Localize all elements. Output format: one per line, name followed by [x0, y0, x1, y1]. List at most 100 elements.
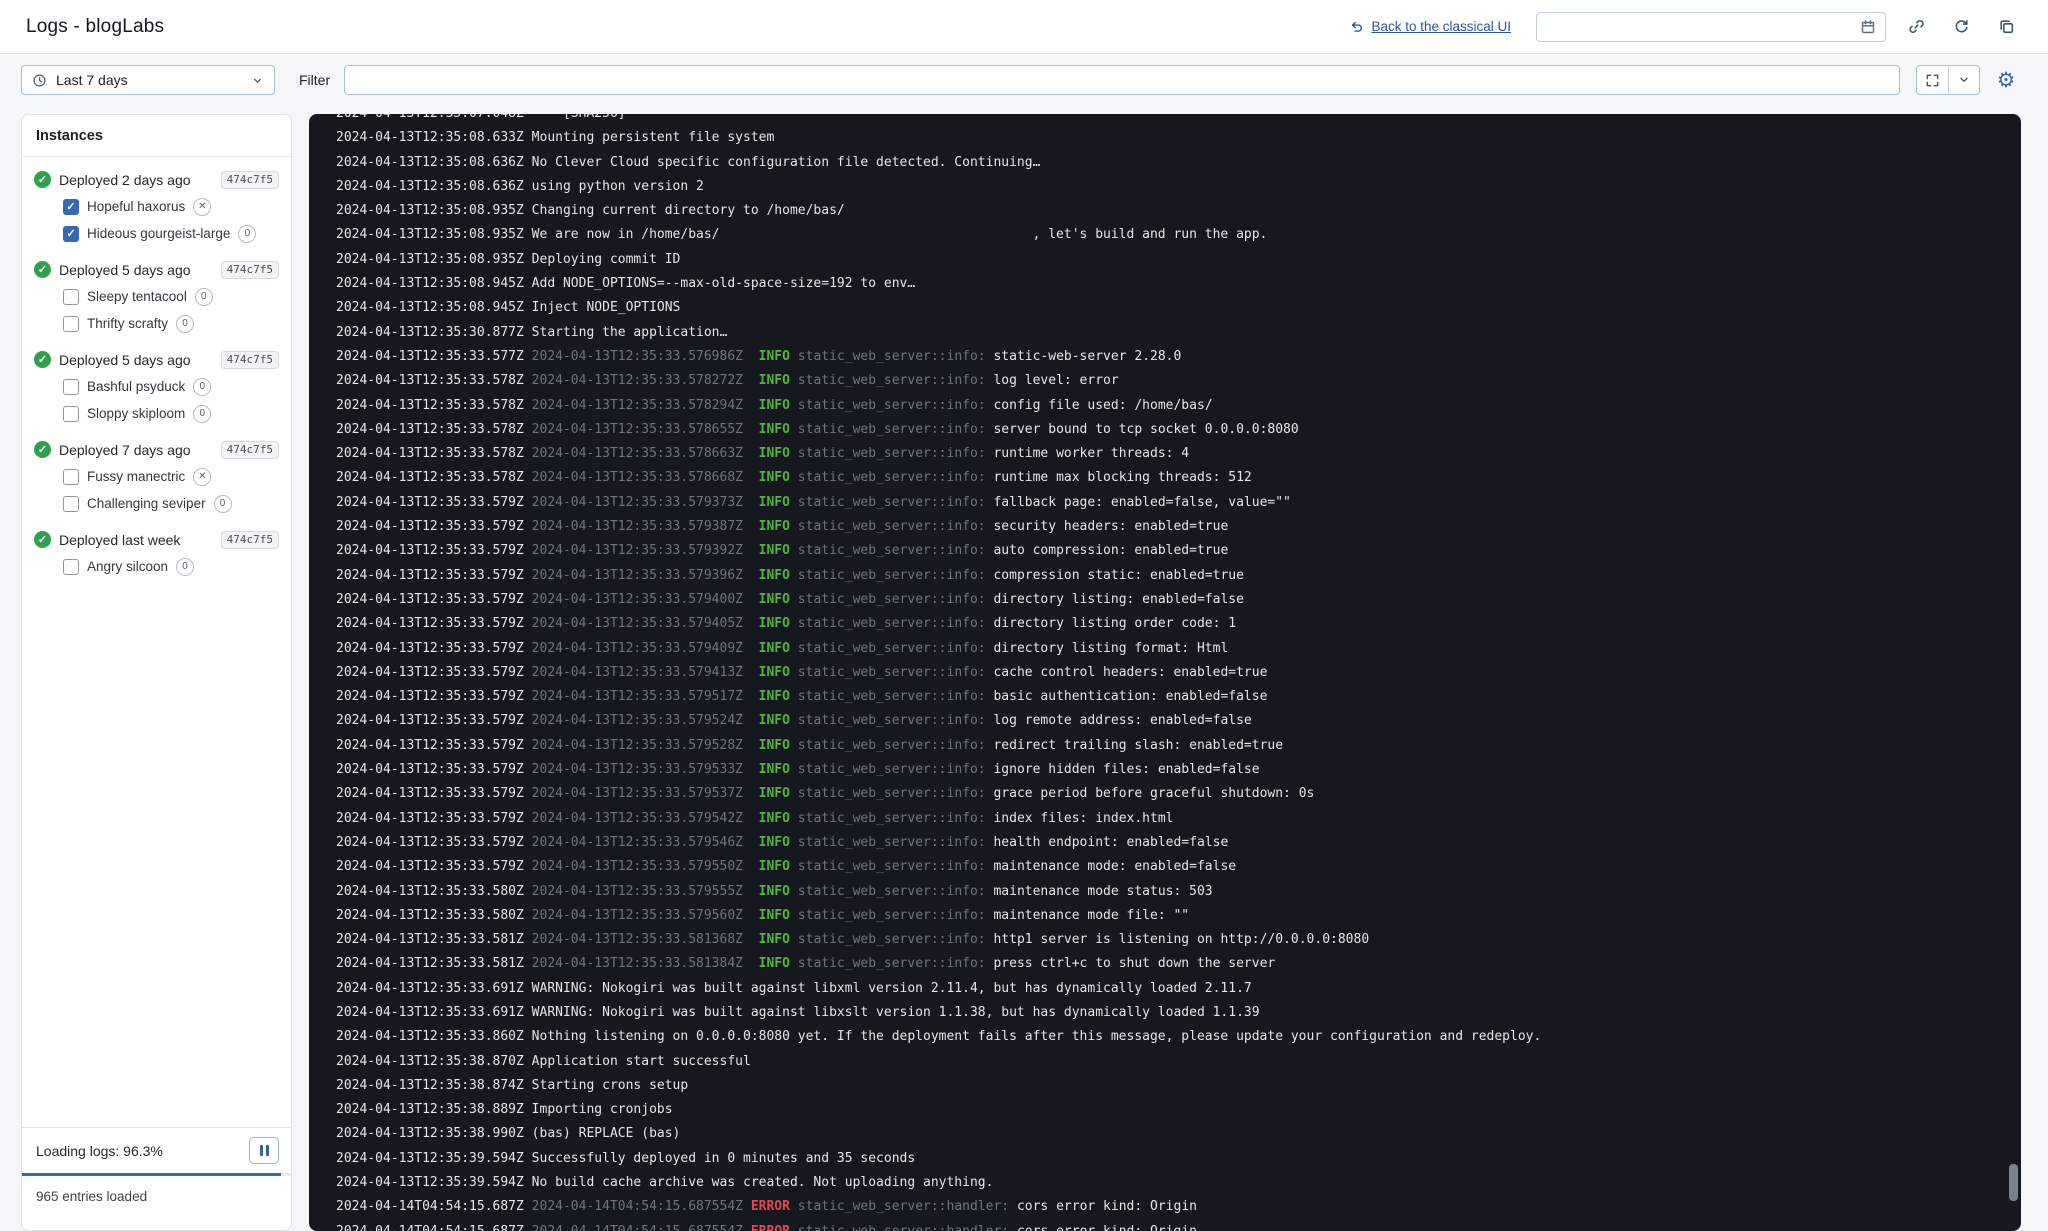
- commit-badge: 474c7f5: [221, 351, 279, 369]
- log-line: 2024-04-13T12:35:33.579Z 2024-04-13T12:3…: [336, 831, 2021, 855]
- date-range-input[interactable]: [1546, 19, 1860, 34]
- deployment-label: Deployed 5 days ago: [59, 352, 191, 368]
- log-line: 2024-04-13T12:35:38.870Z Application sta…: [336, 1050, 2021, 1074]
- instance-checkbox[interactable]: [63, 469, 79, 485]
- log-line: 2024-04-13T12:35:33.579Z 2024-04-13T12:3…: [336, 855, 2021, 879]
- log-panel: 2024-04-13T12:35:07.048Z — [SHA256]2024-…: [309, 114, 2021, 1231]
- instance-checkbox[interactable]: ✓: [63, 199, 79, 215]
- instance-count-badge: 0: [214, 495, 232, 513]
- instance-checkbox[interactable]: ✓: [63, 226, 79, 242]
- scroll-to-bottom-button[interactable]: [1948, 66, 1979, 94]
- instance-checkbox[interactable]: [63, 559, 79, 575]
- refresh-button[interactable]: [1946, 12, 1976, 42]
- deployment-group: ✓ Deployed last week 474c7f5 Angry silcoon0: [34, 526, 279, 580]
- commit-badge: 474c7f5: [221, 261, 279, 279]
- pause-loading-button[interactable]: [249, 1137, 279, 1164]
- permalink-button[interactable]: [1901, 12, 1931, 42]
- instance-row[interactable]: Angry silcoon0: [63, 553, 279, 580]
- instance-row[interactable]: Thrifty scrafty0: [63, 310, 279, 337]
- commit-badge: 474c7f5: [221, 441, 279, 459]
- deployment-group-header[interactable]: ✓ Deployed last week 474c7f5: [34, 526, 279, 553]
- instance-label: Challenging seviper: [87, 496, 206, 511]
- log-line: 2024-04-13T12:35:38.889Z Importing cronj…: [336, 1098, 2021, 1122]
- settings-button[interactable]: ⚙: [1991, 65, 2021, 95]
- loading-label: Loading logs: 96.3%: [36, 1143, 163, 1159]
- time-range-value: Last 7 days: [56, 72, 128, 88]
- log-scrollbar-thumb[interactable]: [2009, 1164, 2018, 1201]
- instance-count-badge: 0: [193, 405, 211, 423]
- log-line: 2024-04-13T12:35:33.860Z Nothing listeni…: [336, 1025, 2021, 1049]
- commit-badge: 474c7f5: [221, 531, 279, 549]
- instance-row[interactable]: Sloppy skiploom0: [63, 400, 279, 427]
- page-title: Logs - blogLabs: [26, 16, 164, 38]
- log-line: 2024-04-13T12:35:08.633Z Mounting persis…: [336, 126, 2021, 150]
- log-line: 2024-04-13T12:35:33.579Z 2024-04-13T12:3…: [336, 758, 2021, 782]
- instance-count-badge: 0: [193, 378, 211, 396]
- instance-label: Bashful psyduck: [87, 379, 185, 394]
- instance-row[interactable]: Sleepy tentacool0: [63, 283, 279, 310]
- copy-button[interactable]: [1991, 12, 2021, 42]
- deployment-group-header[interactable]: ✓Deployed 2 days ago474c7f5: [34, 166, 279, 193]
- filter-input[interactable]: [344, 65, 1900, 95]
- fullscreen-button[interactable]: [1917, 66, 1948, 94]
- deployment-label: Deployed last week: [59, 532, 180, 548]
- deployment-label: Deployed 2 days ago: [59, 172, 191, 188]
- log-line: 2024-04-13T12:35:30.877Z Starting the ap…: [336, 321, 2021, 345]
- deployed-check-icon: ✓: [34, 531, 51, 548]
- time-range-dropdown[interactable]: Last 7 days: [21, 65, 275, 95]
- date-range-field: [1536, 12, 1886, 42]
- instance-checkbox[interactable]: [63, 379, 79, 395]
- display-options: ⚙: [1916, 65, 2021, 95]
- log-line: 2024-04-13T12:35:33.578Z 2024-04-13T12:3…: [336, 394, 2021, 418]
- log-line: 2024-04-13T12:35:33.578Z 2024-04-13T12:3…: [336, 369, 2021, 393]
- log-line: 2024-04-13T12:35:33.578Z 2024-04-13T12:3…: [336, 466, 2021, 490]
- filter-toolbar: Last 7 days Filter ⚙: [0, 54, 2048, 106]
- log-line: 2024-04-13T12:35:33.581Z 2024-04-13T12:3…: [336, 952, 2021, 976]
- instance-row[interactable]: ✓Hopeful haxorus✕: [63, 193, 279, 220]
- instance-row[interactable]: Bashful psyduck 0: [63, 373, 279, 400]
- instance-label: Angry silcoon: [87, 559, 168, 574]
- instance-groups: ✓ Deployed 2 days ago 474c7f5 ✓Hopeful haxo…: [22, 157, 291, 1127]
- gear-icon: ⚙: [1997, 70, 2016, 91]
- instance-checkbox[interactable]: [63, 289, 79, 305]
- calendar-icon[interactable]: [1860, 19, 1876, 35]
- deployment-group: ✓Deployed 2 days ago474c7f5✓Hopeful haxo…: [34, 166, 279, 247]
- log-line: 2024-04-13T12:35:08.935Z Changing curren…: [336, 199, 2021, 223]
- log-line: 2024-04-13T12:35:33.580Z 2024-04-13T12:3…: [336, 880, 2021, 904]
- deployment-label: Deployed 7 days ago: [59, 442, 191, 458]
- log-line: 2024-04-13T12:35:07.048Z — [SHA256]: [336, 114, 2021, 126]
- expand-icon: [1925, 73, 1940, 88]
- logs-page: Logs - blogLabs Back to the classical UI: [0, 0, 2048, 1231]
- instance-row[interactable]: Fussy manectric✕: [63, 463, 279, 490]
- topbar: Logs - blogLabs Back to the classical UI: [0, 0, 2048, 54]
- instance-checkbox[interactable]: [63, 496, 79, 512]
- instance-row[interactable]: ✓Hideous gourgeist-large0: [63, 220, 279, 247]
- log-line: 2024-04-13T12:35:33.578Z 2024-04-13T12:3…: [336, 418, 2021, 442]
- deployment-group-header[interactable]: ✓ Deployed 5 days ago 474c7f5: [34, 346, 279, 373]
- log-line: 2024-04-13T12:35:39.594Z Successfully de…: [336, 1147, 2021, 1171]
- refresh-icon: [1953, 18, 1970, 35]
- deployed-check-icon: ✓: [34, 351, 51, 368]
- deployed-check-icon: ✓: [34, 261, 51, 278]
- instance-count-badge: 0: [195, 288, 213, 306]
- log-line: 2024-04-13T12:35:33.579Z 2024-04-13T12:3…: [336, 807, 2021, 831]
- instance-label: Hideous gourgeist-large: [87, 226, 230, 241]
- instance-checkbox[interactable]: [63, 406, 79, 422]
- deployed-check-icon: ✓: [34, 171, 51, 188]
- back-to-classic-link[interactable]: Back to the classical UI: [1349, 19, 1511, 34]
- log-line: 2024-04-13T12:35:33.579Z 2024-04-13T12:3…: [336, 782, 2021, 806]
- log-line: 2024-04-14T04:54:15.687Z 2024-04-14T04:5…: [336, 1220, 2021, 1231]
- log-line: 2024-04-13T12:35:33.579Z 2024-04-13T12:3…: [336, 709, 2021, 733]
- instance-row[interactable]: Challenging seviper 0: [63, 490, 279, 517]
- deployment-group: ✓ Deployed 5 days ago 474c7f5 Bashful psydu…: [34, 346, 279, 427]
- deployment-group: ✓ Deployed 7 days ago 474c7f5 Fussy manectr…: [34, 436, 279, 517]
- deployed-check-icon: ✓: [34, 441, 51, 458]
- deployment-group-header[interactable]: ✓ Deployed 7 days ago 474c7f5: [34, 436, 279, 463]
- instance-checkbox[interactable]: [63, 316, 79, 332]
- log-line: 2024-04-13T12:35:38.874Z Starting crons …: [336, 1074, 2021, 1098]
- log-line: 2024-04-13T12:35:39.594Z No build cache …: [336, 1171, 2021, 1195]
- instances-sidebar: Instances ✓Deployed 2 days ago474c7f5✓Ho…: [21, 114, 292, 1231]
- deployment-label: Deployed 5 days ago: [59, 262, 191, 278]
- log-line: 2024-04-13T12:35:08.636Z No Clever Cloud…: [336, 151, 2021, 175]
- deployment-group-header[interactable]: ✓ Deployed 5 days ago 474c7f5: [34, 256, 279, 283]
